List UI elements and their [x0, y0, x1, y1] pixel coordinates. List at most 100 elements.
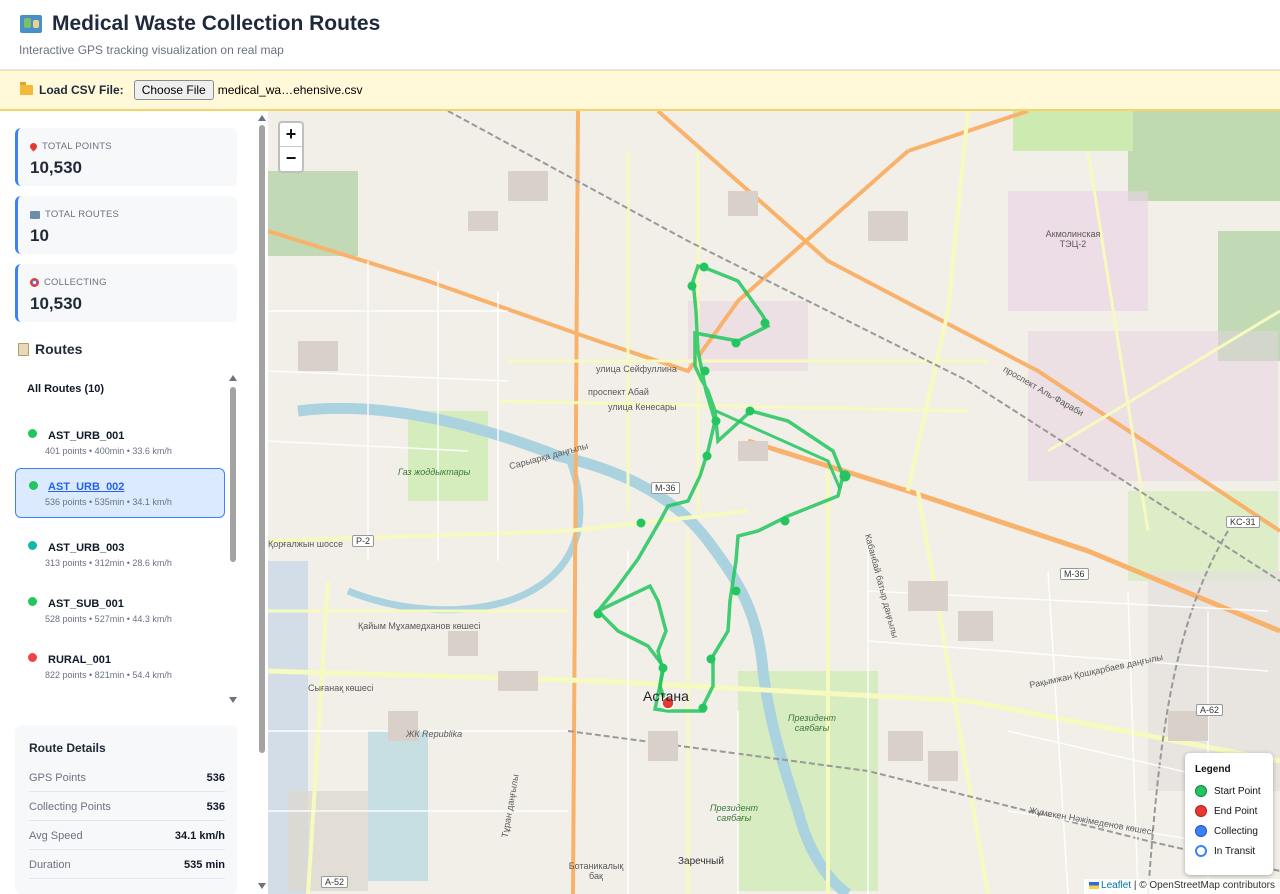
page-subtitle: Interactive GPS tracking visualization o…: [19, 43, 284, 57]
route-meta: 822 points • 821min • 54.4 km/h: [45, 670, 172, 680]
legend-label: Start Point: [1214, 785, 1261, 797]
stat-card-total-routes: TOTAL ROUTES 10: [15, 196, 237, 254]
map-label-park-1: Президент саябағы: [787, 713, 837, 733]
route-map-icon: [30, 210, 40, 219]
map-label-kayym: Қайым Мұхамедханов көшесі: [358, 621, 481, 631]
stat-value: 10,530: [30, 294, 82, 313]
app-header: Medical Waste Collection Routes Interact…: [0, 0, 1280, 70]
detail-key: Collecting Points: [29, 801, 111, 813]
legend-item-collecting: Collecting: [1195, 825, 1258, 837]
scroll-down-arrow-icon[interactable]: [258, 883, 266, 889]
selected-file-name: medical_wa…ehensive.csv: [217, 83, 363, 97]
route-item-ast-urb-002[interactable]: AST_URB_002 536 points • 535min • 34.1 k…: [15, 468, 225, 518]
route-color-dot: [28, 653, 37, 662]
road-shield: A-62: [1196, 704, 1224, 716]
map-label-republika: ЖК Republika: [406, 729, 463, 739]
all-routes-option[interactable]: All Routes (10): [27, 383, 104, 395]
map-attribution: Leaflet | © OpenStreetMap contributors: [1084, 879, 1280, 894]
csv-loader-bar: Load CSV File: Choose File medical_wa…eh…: [0, 70, 1280, 111]
scroll-down-arrow-icon[interactable]: [229, 697, 237, 703]
map-label-korgalzhyn: Қорғалжын шоссе: [268, 539, 343, 549]
stat-label-text: TOTAL POINTS: [42, 141, 112, 152]
route-meta: 313 points • 312min • 28.6 km/h: [45, 558, 172, 568]
pin-icon: [28, 141, 39, 152]
map-label-syganak: Сығанақ көшесі: [308, 683, 374, 693]
route-item-ast-sub-001[interactable]: AST_SUB_001 528 points • 527min • 44.3 k…: [15, 584, 225, 634]
map-label-tec: Акмолинская ТЭЦ-2: [1045, 229, 1101, 249]
scrollbar-thumb[interactable]: [230, 387, 236, 562]
zoom-in-button[interactable]: +: [280, 123, 302, 147]
collecting-icon: [1195, 825, 1207, 837]
route-name: AST_URB_003: [48, 542, 125, 554]
route-details-panel: Route Details GPS Points 536 Collecting …: [15, 725, 237, 894]
start-point-icon: [1195, 785, 1207, 797]
stat-label: TOTAL POINTS: [28, 141, 112, 152]
stat-label: TOTAL ROUTES: [30, 209, 119, 220]
leaflet-link[interactable]: Leaflet: [1101, 880, 1131, 891]
csv-loader-label: Load CSV File:: [39, 83, 124, 97]
detail-value: 535 min: [184, 859, 225, 871]
map-label-kenesary: улица Кенесары: [608, 402, 677, 412]
end-point-icon: [1195, 805, 1207, 817]
road-shield: A-52: [321, 876, 349, 888]
route-name: RURAL_001: [48, 654, 111, 666]
route-list-scrollbar[interactable]: [228, 371, 238, 708]
route-item-ast-urb-001[interactable]: AST_URB_001 401 points • 400min • 33.6 k…: [15, 416, 225, 466]
detail-value: 536: [206, 801, 225, 813]
legend-item-start: Start Point: [1195, 785, 1261, 797]
clipboard-icon: [18, 342, 29, 356]
road-shield: KC-31: [1226, 516, 1260, 528]
detail-row-duration: Duration 535 min: [29, 850, 225, 879]
stat-value: 10: [30, 226, 49, 245]
page-title-text: Medical Waste Collection Routes: [52, 12, 381, 35]
stat-label-text: COLLECTING: [44, 277, 107, 288]
routes-heading-text: Routes: [35, 341, 83, 357]
folder-icon: [20, 82, 33, 95]
choose-file-button[interactable]: Choose File: [133, 80, 214, 100]
map-tiles: [268, 111, 1280, 894]
detail-key: Avg Speed: [29, 830, 83, 842]
route-color-dot: [29, 481, 38, 490]
map-label-seyfullina: улица Сейфуллина: [596, 364, 677, 374]
stat-label-text: TOTAL ROUTES: [45, 209, 120, 220]
detail-key: Duration: [29, 859, 71, 871]
legend-label: End Point: [1214, 805, 1258, 817]
detail-row-avg-speed: Avg Speed 34.1 km/h: [29, 821, 225, 850]
map-label-botanical-garden: Ботаникалық бақ: [568, 861, 624, 881]
route-meta: 528 points • 527min • 44.3 km/h: [45, 614, 172, 624]
map-view[interactable]: Астана Акмолинская ТЭЦ-2 Ботаникалық бақ…: [268, 111, 1280, 894]
ukraine-flag-icon: [1089, 882, 1100, 889]
world-map-icon: [20, 15, 42, 33]
osm-attribution: | © OpenStreetMap contributors: [1131, 880, 1275, 891]
sidebar-scrollbar[interactable]: [256, 111, 268, 894]
route-list[interactable]: All Routes (10) AST_URB_001 401 points •…: [15, 371, 240, 708]
legend-label: In Transit: [1214, 845, 1256, 857]
route-item-rural-001[interactable]: RURAL_001 822 points • 821min • 54.4 km/…: [15, 640, 225, 690]
scroll-up-arrow-icon[interactable]: [229, 375, 237, 381]
road-shield: M-36: [651, 482, 680, 494]
map-label-abay: проспект Абай: [588, 387, 649, 397]
route-name: AST_URB_001: [48, 430, 125, 442]
stat-card-collecting: COLLECTING 10,530: [15, 264, 237, 322]
stat-label: COLLECTING: [30, 277, 107, 288]
route-item-ast-urb-003[interactable]: AST_URB_003 313 points • 312min • 28.6 k…: [15, 528, 225, 578]
target-icon: [30, 278, 39, 287]
map-legend: Legend Start Point End Point Collecting …: [1185, 753, 1273, 875]
detail-key: GPS Points: [29, 772, 86, 784]
route-meta: 536 points • 535min • 34.1 km/h: [45, 497, 172, 507]
map-label-gaz: Газ жоддыктары: [398, 467, 471, 477]
in-transit-icon: [1195, 845, 1207, 857]
detail-row-gps-points: GPS Points 536: [29, 763, 225, 792]
legend-item-end: End Point: [1195, 805, 1257, 817]
road-shield: M-36: [1060, 568, 1089, 580]
routes-heading: Routes: [18, 341, 82, 357]
route-details-heading: Route Details: [29, 741, 106, 755]
detail-value: 536: [206, 772, 225, 784]
zoom-out-button[interactable]: −: [280, 147, 302, 171]
scroll-up-arrow-icon[interactable]: [258, 115, 266, 121]
zoom-control: + −: [278, 121, 304, 173]
detail-row-collecting-points: Collecting Points 536: [29, 792, 225, 821]
route-item-partial[interactable]: [15, 696, 225, 708]
scrollbar-thumb[interactable]: [259, 125, 265, 753]
sidebar: TOTAL POINTS 10,530 TOTAL ROUTES 10 COLL…: [0, 111, 268, 894]
